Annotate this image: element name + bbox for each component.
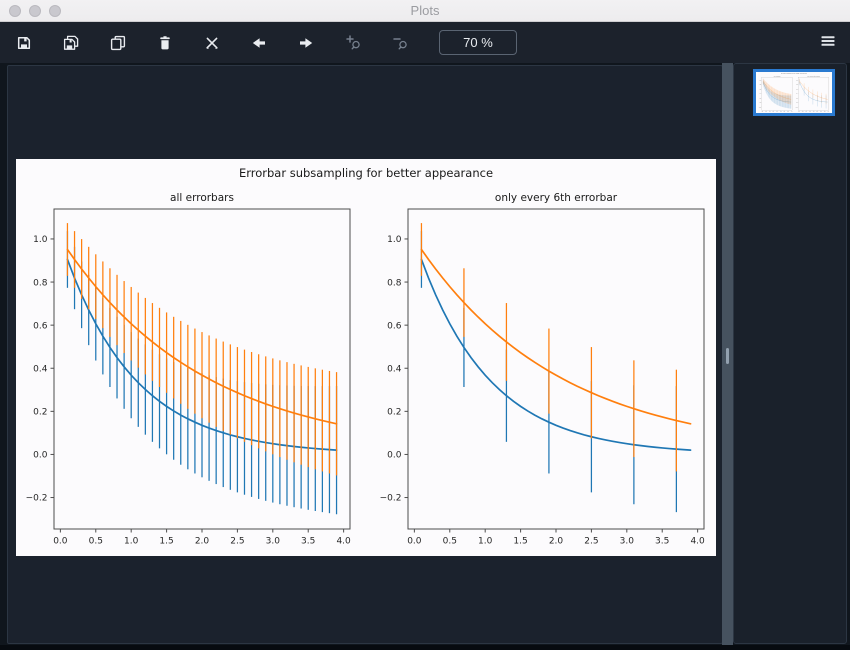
pane-splitter[interactable] xyxy=(722,63,733,645)
plots-window: Plots 70 % Errorbar subsampling for bett… xyxy=(0,0,850,650)
window-title: Plots xyxy=(410,3,440,18)
svg-text:0.0: 0.0 xyxy=(387,451,402,461)
copy-icon xyxy=(110,35,126,51)
save-all-icon xyxy=(63,35,79,51)
svg-text:2.5: 2.5 xyxy=(230,537,244,547)
svg-text:1.5: 1.5 xyxy=(159,537,173,547)
arrow-right-icon xyxy=(298,35,314,51)
traffic-lights xyxy=(9,5,61,17)
svg-text:1.0: 1.0 xyxy=(124,537,139,547)
minimize-window-button[interactable] xyxy=(29,5,41,17)
svg-text:0.0: 0.0 xyxy=(53,537,68,547)
figure-canvas: Errorbar subsampling for better appearan… xyxy=(16,159,716,556)
svg-text:all errorbars: all errorbars xyxy=(170,192,234,204)
fullscreen-window-button[interactable] xyxy=(49,5,61,17)
titlebar: Plots xyxy=(0,0,850,22)
svg-text:0.6: 0.6 xyxy=(33,321,48,331)
thumbnails-pane: Errorbar subsampling for better appearan… xyxy=(733,63,847,644)
menu-icon xyxy=(820,33,836,52)
remove-all-plots-button[interactable] xyxy=(204,35,220,51)
copy-to-clipboard-button[interactable] xyxy=(110,35,126,51)
window-bottom-edge xyxy=(0,645,850,650)
svg-text:−0.2: −0.2 xyxy=(380,494,402,504)
close-window-button[interactable] xyxy=(9,5,21,17)
svg-text:1.0: 1.0 xyxy=(387,235,402,245)
options-menu-button[interactable] xyxy=(820,35,836,51)
svg-text:0.2: 0.2 xyxy=(33,408,47,418)
plot-viewer-pane: Errorbar subsampling for better appearan… xyxy=(7,65,723,644)
svg-text:0.5: 0.5 xyxy=(89,537,103,547)
svg-text:0.4: 0.4 xyxy=(33,364,48,374)
svg-text:2.5: 2.5 xyxy=(584,537,598,547)
svg-text:0.2: 0.2 xyxy=(387,408,401,418)
svg-text:0.0: 0.0 xyxy=(407,537,422,547)
save-all-plots-button[interactable] xyxy=(63,35,79,51)
svg-text:−0.2: −0.2 xyxy=(26,494,48,504)
svg-text:Errorbar subsampling for bette: Errorbar subsampling for better appearan… xyxy=(239,166,493,180)
svg-text:1.5: 1.5 xyxy=(513,537,527,547)
svg-text:3.0: 3.0 xyxy=(266,537,281,547)
remove-plot-button[interactable] xyxy=(157,35,173,51)
plot-thumbnail-selected[interactable]: Errorbar subsampling for better appearan… xyxy=(753,69,835,116)
zoom-in-button[interactable] xyxy=(345,35,361,51)
close-all-icon xyxy=(204,35,220,51)
svg-text:3.5: 3.5 xyxy=(301,537,315,547)
arrow-left-icon xyxy=(251,35,267,51)
svg-text:0.6: 0.6 xyxy=(387,321,402,331)
zoom-in-icon xyxy=(345,34,362,51)
trash-icon xyxy=(157,35,173,51)
zoom-out-icon xyxy=(392,34,409,51)
splitter-handle-icon xyxy=(726,348,729,364)
zoom-level-input[interactable]: 70 % xyxy=(439,30,517,55)
save-plot-button[interactable] xyxy=(16,35,32,51)
svg-text:0.8: 0.8 xyxy=(387,278,402,288)
svg-text:only every 6th errorbar: only every 6th errorbar xyxy=(495,192,618,204)
svg-text:3.0: 3.0 xyxy=(620,537,635,547)
svg-text:3.5: 3.5 xyxy=(655,537,669,547)
svg-text:4.0: 4.0 xyxy=(690,537,705,547)
next-plot-button[interactable] xyxy=(298,35,314,51)
svg-text:2.0: 2.0 xyxy=(195,537,210,547)
svg-text:0.4: 0.4 xyxy=(387,364,402,374)
svg-text:2.0: 2.0 xyxy=(549,537,564,547)
save-icon xyxy=(16,35,32,51)
svg-text:4.0: 4.0 xyxy=(336,537,351,547)
svg-text:0.5: 0.5 xyxy=(443,537,457,547)
svg-text:1.0: 1.0 xyxy=(478,537,493,547)
svg-text:0.0: 0.0 xyxy=(33,451,48,461)
previous-plot-button[interactable] xyxy=(251,35,267,51)
svg-text:0.8: 0.8 xyxy=(33,278,48,288)
plots-toolbar: 70 % xyxy=(0,22,850,63)
svg-text:1.0: 1.0 xyxy=(33,235,48,245)
zoom-out-button[interactable] xyxy=(392,35,408,51)
